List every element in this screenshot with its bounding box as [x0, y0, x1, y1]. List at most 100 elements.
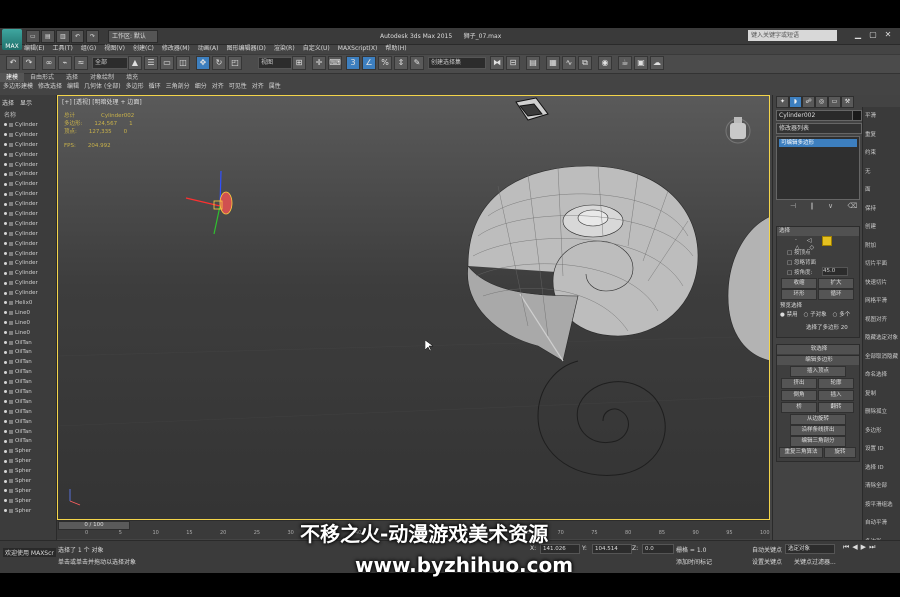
visibility-icon[interactable]: [4, 420, 7, 424]
tab-select[interactable]: 选择: [2, 98, 14, 107]
object-color-swatch[interactable]: [852, 110, 862, 121]
panel-line[interactable]: 网格平滑: [865, 296, 887, 304]
render-production-icon[interactable]: ☁: [650, 56, 664, 70]
polygon-mode-icon[interactable]: [822, 236, 832, 246]
visibility-icon[interactable]: [4, 499, 7, 503]
rectangular-selection-icon[interactable]: ▭: [160, 56, 174, 70]
loop-button[interactable]: 循环: [818, 289, 854, 300]
motion-tab-icon[interactable]: ◎: [815, 96, 828, 108]
list-item[interactable]: Spher: [2, 456, 54, 466]
visibility-icon[interactable]: [4, 222, 7, 226]
ring-button[interactable]: 环形: [781, 289, 817, 300]
ribbon-item[interactable]: 可见性: [229, 82, 247, 92]
insert-vertex-button[interactable]: 插入顶点: [790, 366, 846, 377]
redo-icon[interactable]: ↷: [22, 56, 36, 70]
selection-filter-dropdown[interactable]: 全部: [92, 57, 128, 69]
panel-line[interactable]: 约束: [865, 148, 876, 156]
curve-editor-icon[interactable]: ∿: [562, 56, 576, 70]
list-item[interactable]: Cylinder: [2, 229, 54, 239]
list-item[interactable]: OilTan: [2, 427, 54, 437]
visibility-icon[interactable]: [4, 212, 7, 216]
key-mode-dropdown[interactable]: 选定对象: [785, 544, 835, 554]
list-item[interactable]: Cylinder: [2, 278, 54, 288]
rendered-frame-icon[interactable]: ▣: [634, 56, 648, 70]
list-item[interactable]: Cylinder: [2, 130, 54, 140]
ribbon-item[interactable]: 修改选择: [38, 82, 62, 92]
list-item[interactable]: Line0: [2, 318, 54, 328]
ribbon-item[interactable]: 三角剖分: [166, 82, 190, 92]
list-item[interactable]: Cylinder: [2, 268, 54, 278]
list-item[interactable]: OilTan: [2, 387, 54, 397]
inset-button[interactable]: 插入: [818, 390, 854, 401]
visibility-icon[interactable]: [4, 301, 7, 305]
panel-line[interactable]: 保持: [865, 204, 876, 212]
visibility-icon[interactable]: [4, 153, 7, 157]
preview-off-radio[interactable]: ● 禁用: [780, 310, 798, 318]
maximize-button[interactable]: ▢: [867, 29, 879, 41]
visibility-icon[interactable]: [4, 133, 7, 137]
bevel-button[interactable]: 倒角: [781, 390, 817, 401]
list-item[interactable]: OilTan: [2, 338, 54, 348]
list-item[interactable]: Cylinder: [2, 179, 54, 189]
time-slider[interactable]: 0 / 100: [58, 521, 130, 530]
edit-triangulation-button[interactable]: 编辑三角剖分: [790, 436, 846, 447]
panel-line[interactable]: 按平滑组选: [865, 500, 893, 508]
visibility-icon[interactable]: [4, 281, 7, 285]
panel-line[interactable]: 选择 ID: [865, 463, 884, 471]
list-item[interactable]: OilTan: [2, 377, 54, 387]
perspective-viewport[interactable]: [57, 95, 770, 520]
panel-line[interactable]: 命名选择: [865, 370, 887, 378]
graphite-ribbon-icon[interactable]: ▦: [546, 56, 560, 70]
ribbon-item[interactable]: 对齐: [212, 82, 224, 92]
list-item[interactable]: Cylinder: [2, 189, 54, 199]
list-item[interactable]: Cylinder: [2, 258, 54, 268]
display-tab-icon[interactable]: ▭: [828, 96, 841, 108]
by-angle-checkbox[interactable]: □ 按角度:: [787, 268, 812, 276]
visibility-icon[interactable]: [4, 291, 7, 295]
panel-line[interactable]: 自动平滑: [865, 518, 887, 526]
ribbon-item[interactable]: 几何体 (全部): [84, 82, 121, 92]
panel-line[interactable]: 清除全部: [865, 481, 887, 489]
select-manipulate-icon[interactable]: ✛: [312, 56, 326, 70]
menu-item[interactable]: 渲染(R): [274, 44, 295, 54]
save-file-button[interactable]: ▥: [56, 30, 70, 43]
list-item[interactable]: Line0: [2, 308, 54, 318]
spinner-snap-icon[interactable]: ⇕: [394, 56, 408, 70]
list-item[interactable]: OilTan: [2, 347, 54, 357]
visibility-icon[interactable]: [4, 311, 7, 315]
hierarchy-tab-icon[interactable]: ☍: [802, 96, 815, 108]
shrink-button[interactable]: 收缩: [781, 278, 817, 289]
maxscript-listener[interactable]: 欢迎使用 MAXScr: [3, 548, 56, 557]
ribbon-item[interactable]: 属性: [269, 82, 281, 92]
unlink-icon[interactable]: ⌁: [58, 56, 72, 70]
menu-item[interactable]: 组(G): [81, 44, 96, 54]
panel-line[interactable]: 多边形: [865, 426, 882, 434]
stack-item-editable-poly[interactable]: 可编辑多边形: [779, 139, 857, 147]
y-coord-field[interactable]: 104.514: [592, 544, 632, 554]
auto-key-button[interactable]: 自动关键点: [752, 545, 782, 554]
panel-line[interactable]: 快速切片: [865, 278, 887, 286]
panel-line[interactable]: 删除孤立: [865, 407, 887, 415]
edit-named-selection-icon[interactable]: ✎: [410, 56, 424, 70]
flip-button[interactable]: 翻转: [818, 402, 854, 413]
bind-space-warp-icon[interactable]: ≈: [74, 56, 88, 70]
workspace-dropdown[interactable]: 工作区: 默认: [108, 30, 158, 43]
grow-button[interactable]: 扩大: [818, 278, 854, 289]
list-item[interactable]: OilTan: [2, 357, 54, 367]
list-item[interactable]: Cylinder: [2, 140, 54, 150]
select-rotate-icon[interactable]: ↻: [212, 56, 226, 70]
visibility-icon[interactable]: [4, 182, 7, 186]
angle-spinner[interactable]: 45.0: [822, 267, 848, 276]
menu-item[interactable]: 编辑(E): [24, 44, 44, 54]
list-item[interactable]: Spher: [2, 496, 54, 506]
select-by-name-icon[interactable]: ☰: [144, 56, 158, 70]
panel-line[interactable]: 设置 ID: [865, 444, 884, 452]
ribbon-item[interactable]: 多边形建模: [3, 82, 33, 92]
layer-manager-icon[interactable]: ▤: [526, 56, 540, 70]
visibility-icon[interactable]: [4, 489, 7, 493]
visibility-icon[interactable]: [4, 202, 7, 206]
visibility-icon[interactable]: [4, 370, 7, 374]
visibility-icon[interactable]: [4, 509, 7, 513]
list-item[interactable]: Cylinder: [2, 288, 54, 298]
visibility-icon[interactable]: [4, 360, 7, 364]
